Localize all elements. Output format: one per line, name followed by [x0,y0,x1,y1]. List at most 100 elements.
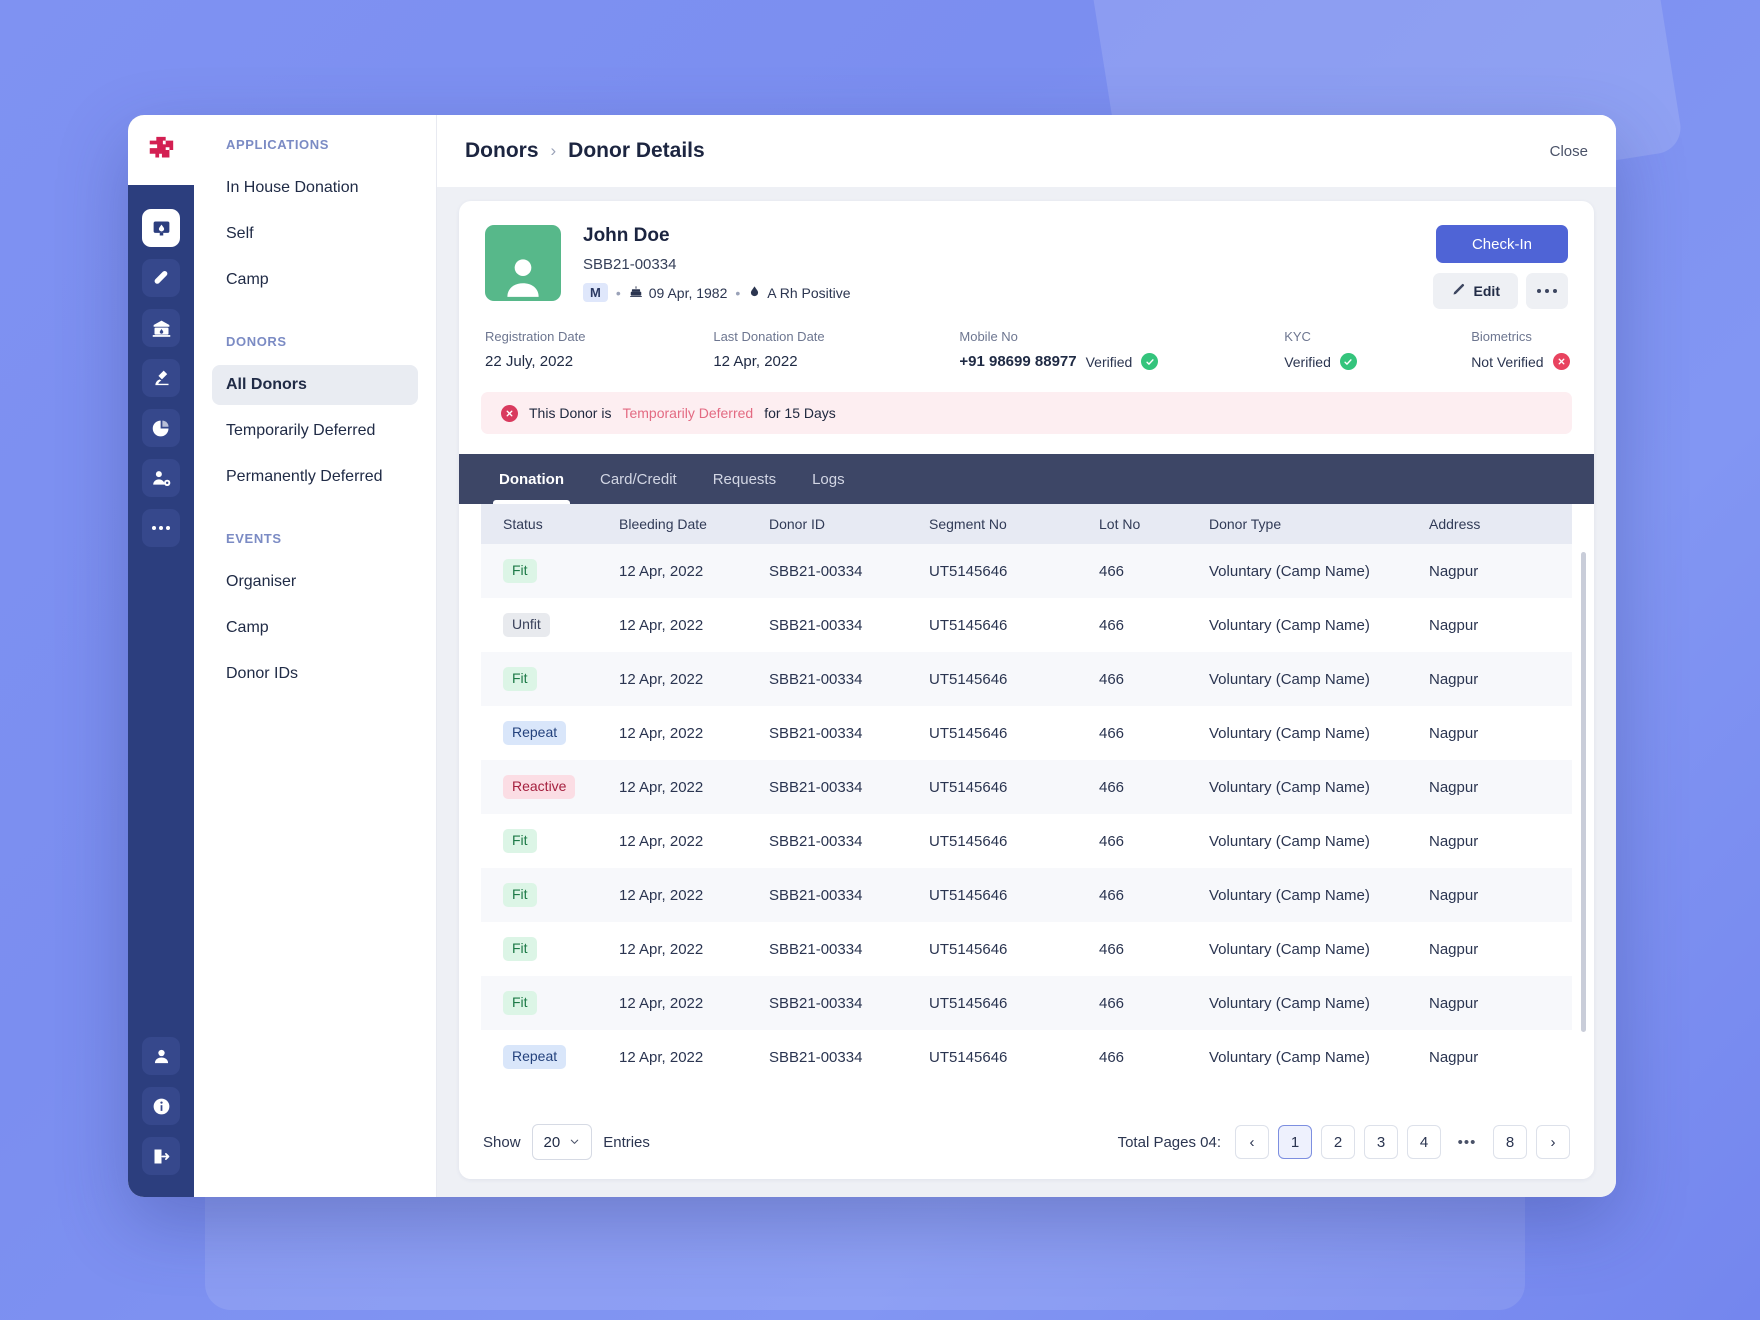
column-header-donor-id[interactable]: Donor ID [761,504,921,544]
cell-segment-no: UT5145646 [929,886,1008,904]
edit-button[interactable]: Edit [1432,273,1518,309]
pagination-page-4[interactable]: 4 [1407,1125,1441,1159]
blood-bank-icon[interactable] [142,309,180,347]
check-in-button[interactable]: Check-In [1435,225,1568,263]
status-badge: Fit [503,937,537,961]
pagination-page-8[interactable]: 8 [1493,1125,1527,1159]
sidebar-item-temporarily-deferred[interactable]: Temporarily Deferred [212,411,418,451]
table-row[interactable]: Fit 12 Apr, 2022 SBB21-00334 UT5145646 466 Vo… [481,652,1572,706]
table-row[interactable]: Reactive 12 Apr, 2022 SBB21-00334 UT5145646… [481,760,1572,814]
pagination-page-3[interactable]: 3 [1364,1125,1398,1159]
pie-chart-icon[interactable] [142,409,180,447]
cell-lot-no: 466 [1099,940,1125,958]
tab-logs[interactable]: Logs [794,454,863,504]
column-header-lot-no[interactable]: Lot No [1091,504,1201,544]
sidebar-item-self[interactable]: Self [212,214,418,254]
table-row[interactable]: Repeat 12 Apr, 2022 SBB21-00334 UT5145646 46… [481,1030,1572,1084]
info-icon[interactable] [142,1087,180,1125]
pagination-page-2[interactable]: 2 [1321,1125,1355,1159]
sidebar-item-camp-applications[interactable]: Camp [212,260,418,300]
table-scrollbar[interactable] [1581,552,1586,1032]
monitor-donation-icon[interactable] [142,209,180,247]
user-settings-icon[interactable] [142,459,180,497]
table-row[interactable]: Repeat 12 Apr, 2022 SBB21-00334 UT5145646 46… [481,706,1572,760]
logout-icon[interactable] [142,1137,180,1175]
table-row[interactable]: Unfit 12 Apr, 2022 SBB21-00334 UT5145646 466… [481,598,1572,652]
sex-badge: M [583,283,608,302]
alert-highlight: Temporarily Deferred [622,405,754,421]
sidebar-item-donor-ids[interactable]: Donor IDs [212,654,418,694]
sidebar-item-organiser[interactable]: Organiser [212,562,418,602]
column-header-status[interactable]: Status [481,504,611,544]
sidebar-item-all-donors[interactable]: All Donors [212,365,418,405]
cell-donor-id: SBB21-00334 [769,940,863,958]
pagination-prev-button[interactable]: ‹ [1235,1125,1269,1159]
field-registration-date: Registration Date 22 July, 2022 [485,329,713,370]
cell-lot-no: 466 [1099,670,1125,688]
table-row[interactable]: Fit 12 Apr, 2022 SBB21-00334 UT5145646 466 Vo… [481,868,1572,922]
donor-id: SBB21-00334 [583,256,677,273]
status-badge: Repeat [503,1045,567,1069]
rail-bottom-icons [128,1037,194,1175]
cell-donor-type: Voluntary (Camp Name) [1209,940,1370,958]
cell-status: Fit [481,922,611,976]
pagination-page-1[interactable]: 1 [1278,1125,1312,1159]
close-button[interactable]: Close [1550,143,1588,160]
tab-card-credit[interactable]: Card/Credit [582,454,695,504]
pagination-ellipsis: ••• [1457,1133,1477,1151]
tab-donation[interactable]: Donation [481,454,582,504]
cell-bleeding-date: 12 Apr, 2022 [619,778,704,796]
column-header-address[interactable]: Address [1421,504,1572,544]
table-row[interactable]: Fit 12 Apr, 2022 SBB21-00334 UT5145646 466 Vo… [481,922,1572,976]
pagination-next-button[interactable]: › [1536,1125,1570,1159]
field-label: Biometrics [1471,329,1532,344]
column-header-donor-type[interactable]: Donor Type [1201,504,1421,544]
column-header-bleeding-date[interactable]: Bleeding Date [611,504,761,544]
birthdate-group: 09 Apr, 1982 [629,284,727,301]
table-row[interactable]: Fit 12 Apr, 2022 SBB21-00334 UT5145646 466 Vo… [481,544,1572,598]
status-badge: Reactive [503,775,576,799]
cell-address: Nagpur [1429,832,1479,850]
cell-donor-type: Voluntary (Camp Name) [1209,562,1370,580]
sidebar-item-camp-events[interactable]: Camp [212,608,418,648]
deferred-alert: This Donor is Temporarily Deferred for 1… [481,392,1572,434]
cell-donor-type: Voluntary (Camp Name) [1209,670,1370,688]
field-value-row: Not Verified [1471,353,1570,370]
sidebar-item-permanently-deferred[interactable]: Permanently Deferred [212,457,418,497]
more-icon[interactable] [142,509,180,547]
donor-name: John Doe [583,225,670,246]
status-badge: Fit [503,883,537,907]
cell-donor-type: Voluntary (Camp Name) [1209,832,1370,850]
cell-segment-no: UT5145646 [929,1048,1008,1066]
table-row[interactable]: Fit 12 Apr, 2022 SBB21-00334 UT5145646 466 Vo… [481,976,1572,1030]
cell-address: Nagpur [1429,940,1479,958]
cell-segment-no: UT5145646 [929,670,1008,688]
more-options-button[interactable] [1526,273,1568,309]
donor-detail-panel: John Doe SBB21-00334 M • 09 Apr, 1982 • … [459,201,1594,1179]
field-last-donation-date: Last Donation Date 12 Apr, 2022 [713,329,959,370]
breadcrumb-root[interactable]: Donors [465,139,539,163]
microscope-icon[interactable] [142,359,180,397]
field-value-row: Verified [1284,353,1471,370]
cell-status: Fit [481,652,611,706]
status-badge: Repeat [503,721,567,745]
donor-header-actions: Check-In Edit [1432,225,1568,309]
entries-select[interactable]: 20 [531,1124,593,1160]
table-header-row: Status Bleeding Date Donor ID Segment No… [481,504,1572,544]
cell-bleeding-date: 12 Apr, 2022 [619,562,704,580]
donor-info: John Doe SBB21-00334 M • 09 Apr, 1982 • … [583,225,1433,309]
cell-lot-no: 466 [1099,832,1125,850]
profile-icon[interactable] [142,1037,180,1075]
test-tube-icon[interactable] [142,259,180,297]
pencil-icon [1451,282,1466,300]
field-biometrics: Biometrics Not Verified [1471,329,1570,370]
alert-x-icon [501,404,518,422]
table-row[interactable]: Fit 12 Apr, 2022 SBB21-00334 UT5145646 466 Vo… [481,814,1572,868]
column-header-segment-no[interactable]: Segment No [921,504,1091,544]
detail-tabs: Donation Card/Credit Requests Logs [459,454,1594,504]
cell-lot-no: 466 [1099,994,1125,1012]
tab-requests[interactable]: Requests [695,454,794,504]
sidebar-item-in-house-donation[interactable]: In House Donation [212,168,418,208]
field-value: 12 Apr, 2022 [713,353,798,370]
blood-drop-icon [748,284,761,302]
